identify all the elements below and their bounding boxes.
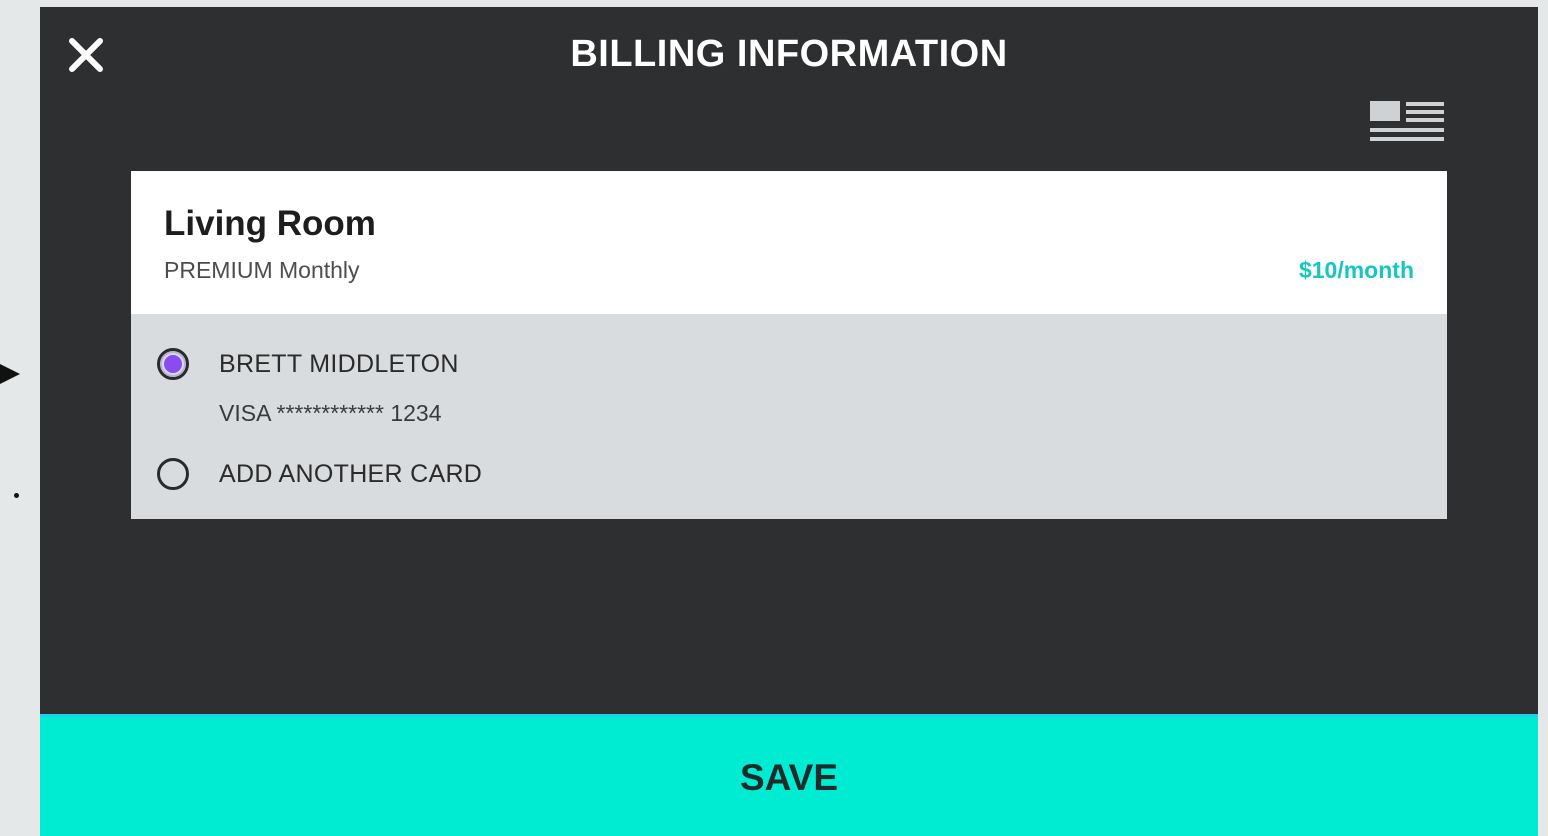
save-button[interactable]: SAVE — [40, 714, 1538, 836]
arrow-right-icon — [0, 364, 20, 384]
plan-name: Living Room — [164, 204, 376, 243]
add-card-label: ADD ANOTHER CARD — [219, 459, 483, 488]
list-view-icon[interactable] — [1370, 101, 1444, 143]
radio-unselected-icon[interactable] — [157, 458, 189, 490]
radio-selected-icon[interactable] — [157, 348, 189, 380]
plan-price: $10/month — [1298, 257, 1414, 283]
screen: BILLING INFORMATION Living Room PREMIUM … — [0, 0, 1548, 836]
save-button-label: SAVE — [739, 757, 838, 798]
payment-option-saved-card[interactable]: BRETT MIDDLETON — [157, 348, 459, 380]
payment-methods-panel: BRETT MIDDLETON VISA ************ 1234 A… — [131, 314, 1447, 519]
cardholder-name: BRETT MIDDLETON — [219, 349, 459, 378]
page-title: BILLING INFORMATION — [570, 33, 1008, 75]
payment-option-add-card[interactable]: ADD ANOTHER CARD — [157, 458, 482, 490]
plan-card: Living Room PREMIUM Monthly $10/month — [131, 171, 1447, 314]
plan-type: PREMIUM Monthly — [164, 257, 360, 283]
billing-modal: BILLING INFORMATION Living Room PREMIUM … — [40, 7, 1538, 836]
bullet-dot — [14, 493, 19, 498]
card-number: VISA ************ 1234 — [219, 400, 442, 426]
